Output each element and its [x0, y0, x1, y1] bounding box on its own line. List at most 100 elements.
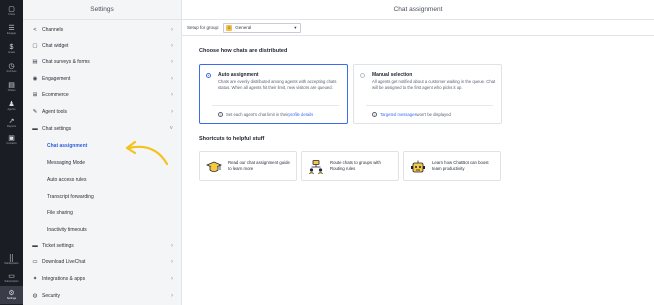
nav-engage[interactable]: ☰ Engage: [0, 21, 23, 39]
auto-assignment-foot: i Set each agent's chat limit in their p…: [218, 112, 313, 117]
submenu-auto-access-rules[interactable]: Auto access rules: [23, 172, 182, 188]
main-navigation: ▢ Chats ☰ Engage $ Goals ◷ Archives ▤ Tickets…: [0, 0, 23, 305]
menu-chat-settings[interactable]: ▬ Chat settings ˅: [23, 121, 182, 137]
caret-down-icon: ▼: [293, 25, 298, 30]
menu-label: Ecommerce: [42, 92, 69, 98]
group-select[interactable]: G General ▼: [223, 22, 302, 33]
group-bar: Setup for group: G General ▼: [182, 20, 654, 36]
menu-integrations[interactable]: ✦ Integrations & apps ›: [23, 271, 182, 287]
manual-selection-radio[interactable]: [360, 73, 365, 78]
menu-label: Channels: [42, 27, 64, 33]
auto-assignment-card[interactable]: Auto assignment Chats are evenly distrib…: [199, 64, 348, 124]
shortcut-chatbot[interactable]: Learn how ChatBot can boost team product…: [403, 151, 501, 181]
nav-label: Chats: [8, 12, 15, 16]
shortcut-chat-assignment-guide[interactable]: Read our chat assignment guide to learn …: [199, 151, 297, 181]
shortcut-text: Learn how ChatBot can boost team product…: [432, 160, 489, 171]
menu-security[interactable]: ◍ Security ›: [23, 288, 182, 304]
shortcut-text: Read our chat assignment guide to learn …: [228, 160, 290, 171]
auto-assignment-desc: Chats are evenly distributed among agent…: [218, 79, 337, 90]
goals-icon: $: [9, 43, 14, 51]
submenu-file-sharing[interactable]: File sharing: [23, 205, 182, 221]
menu-label: Integrations & apps: [42, 276, 86, 282]
nav-goals[interactable]: $ Goals: [0, 40, 23, 58]
chevron-right-icon: ›: [171, 276, 173, 282]
shortcut-text: Route chats to groups with Routing rules: [330, 160, 381, 171]
shortcut-routing-rules[interactable]: Route chats to groups with Routing rules: [301, 151, 399, 181]
menu-agent-tools[interactable]: ✎ Agent tools ›: [23, 104, 182, 120]
menu-label: Ticket settings: [42, 243, 74, 249]
nav-label: Reports: [6, 124, 17, 128]
manual-selection-foot: i Targeted messages won't be displayed: [372, 112, 451, 117]
chevron-down-icon: ˅: [169, 126, 173, 132]
chevron-right-icon: ›: [171, 109, 173, 115]
menu-label: Engagement: [42, 76, 71, 82]
manual-selection-title: Manual selection: [372, 72, 413, 78]
nav-agents[interactable]: ♟ Agents: [0, 97, 23, 115]
routing-icon: [309, 160, 323, 175]
yellow-arrow-annotation: [125, 140, 169, 166]
tools-icon: ✎: [32, 109, 38, 115]
menu-chat-widget[interactable]: ▢ Chat widget ›: [23, 38, 182, 54]
nav-contacts[interactable]: ▣ Contacts: [0, 131, 23, 149]
ticket-icon: ▬: [32, 243, 38, 249]
chevron-right-icon: ›: [171, 43, 173, 49]
nav-label: Marketplace: [4, 261, 19, 265]
agents-icon: ♟: [8, 100, 15, 108]
profile-details-link[interactable]: profile details: [288, 112, 313, 117]
group-badge: G: [226, 24, 233, 31]
divider: [212, 105, 339, 106]
menu-label: Security: [42, 293, 61, 299]
menu-engagement[interactable]: ◉ Engagement ›: [23, 71, 182, 87]
menu-chat-surveys[interactable]: ▤ Chat surveys & forms ›: [23, 54, 182, 70]
chevron-right-icon: ›: [171, 27, 173, 33]
group-label: Setup for group:: [187, 25, 220, 30]
nav-label: Goals: [8, 50, 15, 54]
auto-assignment-radio[interactable]: [206, 73, 211, 78]
robot-icon: [411, 160, 425, 173]
nav-archives[interactable]: ◷ Archives: [0, 59, 23, 77]
divider: [366, 105, 493, 106]
menu-label: Chat widget: [42, 43, 69, 49]
menu-channels[interactable]: < Channels ›: [23, 22, 182, 38]
foot-text: Set each agent's chat limit in their: [226, 112, 289, 117]
manual-selection-desc: All agents get notified about a customer…: [372, 79, 496, 90]
group-value: General: [235, 25, 252, 30]
subscription-icon: ▭: [8, 272, 15, 280]
settings-title: Settings: [23, 0, 181, 20]
reports-icon: ↗: [8, 117, 15, 125]
menu-label: Chat surveys & forms: [42, 59, 90, 65]
settings-icon: ⚙: [8, 289, 15, 297]
cart-icon: ⊞: [32, 92, 38, 98]
manual-selection-card[interactable]: Manual selection All agents get notified…: [353, 64, 502, 124]
chevron-right-icon: ›: [171, 59, 173, 65]
archives-icon: ◷: [8, 62, 15, 70]
submenu-transcript-forwarding[interactable]: Transcript forwarding: [23, 189, 182, 205]
nav-subscription[interactable]: ▭ Subscription: [0, 269, 23, 287]
menu-ticket-settings[interactable]: ▬ Ticket settings ›: [23, 238, 182, 254]
targeted-messages-link[interactable]: Targeted messages: [380, 112, 417, 117]
menu-label: Chat settings: [42, 126, 72, 132]
nav-label: Archives: [6, 69, 17, 73]
tickets-icon: ▤: [8, 81, 15, 89]
nav-marketplace[interactable]: ⣿ Marketplace: [0, 251, 23, 269]
menu-label: Agent tools: [42, 109, 68, 115]
shortcuts-heading: Shortcuts to helpful stuff: [199, 136, 265, 142]
menu-ecommerce[interactable]: ⊞ Ecommerce ›: [23, 87, 182, 103]
nav-label: Agents: [7, 107, 16, 111]
nav-settings[interactable]: ⚙ Settings: [0, 286, 23, 304]
chat-widget-icon: ▢: [32, 43, 38, 49]
settings-panel: Settings < Channels › ▢ Chat widget › ▤ Chat …: [23, 0, 182, 305]
nav-reports[interactable]: ↗ Reports: [0, 114, 23, 132]
engage-icon: ☰: [8, 24, 15, 32]
chevron-right-icon: ›: [171, 259, 173, 265]
nav-label: Contacts: [6, 141, 17, 145]
submenu-inactivity-timeouts[interactable]: Inactivity timeouts: [23, 222, 182, 238]
nav-label: Subscription: [4, 279, 19, 283]
nav-tickets[interactable]: ▤ Tickets: [0, 78, 23, 96]
nav-chats[interactable]: ▢ Chats: [0, 2, 23, 20]
menu-download-livechat[interactable]: ▭ Download LiveChat ›: [23, 254, 182, 270]
graduation-cap-icon: [206, 161, 222, 172]
marketplace-icon: ⣿: [8, 254, 15, 262]
surveys-icon: ▤: [32, 59, 38, 65]
integrations-icon: ✦: [32, 276, 38, 282]
